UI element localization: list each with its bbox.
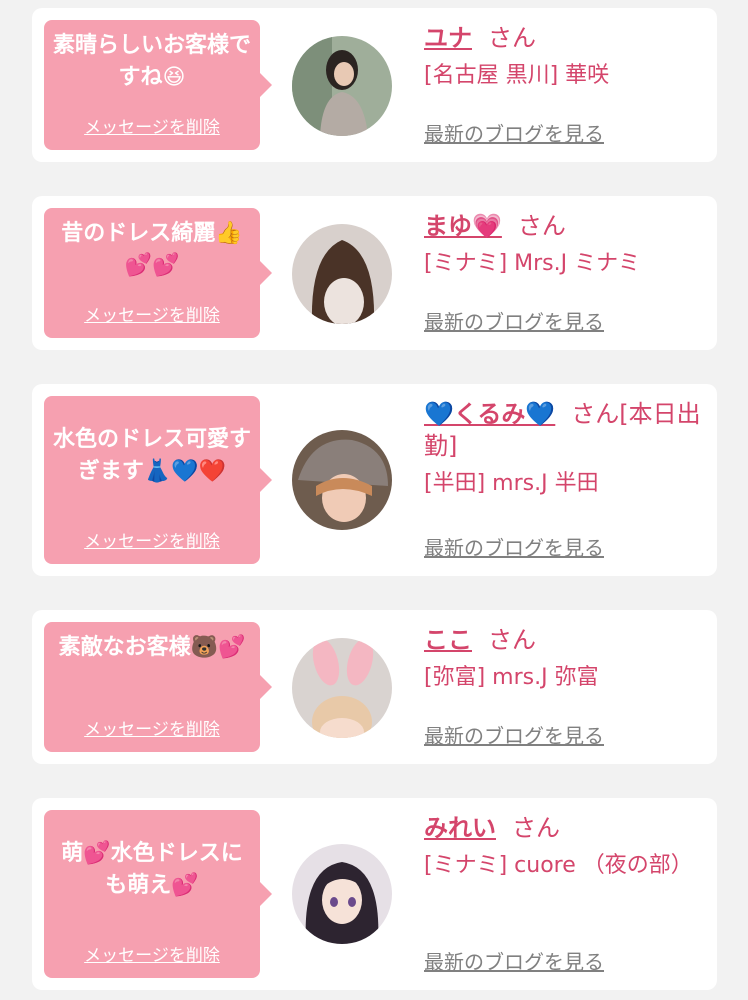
latest-blog-link[interactable]: 最新のブログを見る [424,532,604,561]
delete-message-link[interactable]: メッセージを削除 [44,941,260,966]
shop-name: [ミナミ] Mrs.J ミナミ [424,251,641,276]
cast-info: 💙くるみ💙 さん[本日出勤] [半田] mrs.J 半田 [424,398,709,500]
message-text: 素晴らしいお客様ですね😆 [52,33,251,90]
latest-blog-link[interactable]: 最新のブログを見る [424,946,604,975]
delete-message-link[interactable]: メッセージを削除 [44,527,260,552]
message-bubble: 素敵なお客様🐻💕 メッセージを削除 [44,622,272,752]
shop-name: [弥富] mrs.J 弥富 [424,665,599,690]
message-bubble: 水色のドレス可愛すぎます👗💙❤️ メッセージを削除 [44,396,272,564]
shop-name: [半田] mrs.J 半田 [424,471,599,496]
cast-info: ユナ さん [名古屋 黒川] 華咲 [424,22,709,92]
avatar[interactable] [292,638,392,738]
message-bubble: 素晴らしいお客様ですね😆 メッセージを削除 [44,20,272,150]
name-suffix: さん [517,212,566,240]
avatar[interactable] [292,224,392,324]
delete-message-link[interactable]: メッセージを削除 [44,301,260,326]
latest-blog-link[interactable]: 最新のブログを見る [424,118,604,147]
favorite-card: 萌💕水色ドレスにも萌え💕 メッセージを削除 みれい さん [ミナミ] cuore … [32,798,717,990]
latest-blog-link[interactable]: 最新のブログを見る [424,306,604,335]
cast-name-link[interactable]: まゆ💗 [424,212,502,240]
avatar[interactable] [292,844,392,944]
favorite-card: 素敵なお客様🐻💕 メッセージを削除 ここ さん [弥富] mrs.J 弥富 最新の… [32,610,717,764]
cast-info: まゆ💗 さん [ミナミ] Mrs.J ミナミ [424,210,709,280]
cast-name-link[interactable]: ユナ [424,24,472,52]
avatar[interactable] [292,36,392,136]
cast-info: ここ さん [弥富] mrs.J 弥富 [424,624,709,694]
message-text: 素敵なお客様🐻💕 [58,635,246,660]
latest-blog-link[interactable]: 最新のブログを見る [424,720,604,749]
delete-message-link[interactable]: メッセージを削除 [44,113,260,138]
favorite-card: 水色のドレス可愛すぎます👗💙❤️ メッセージを削除 💙くるみ💙 さん[本日出勤] … [32,384,717,576]
message-text: 昔のドレス綺麗👍💕💕 [61,221,243,278]
cast-name-link[interactable]: 💙くるみ💙 [424,400,555,428]
cast-name-link[interactable]: ここ [424,626,472,654]
message-text: 水色のドレス可愛すぎます👗💙❤️ [52,427,251,484]
avatar[interactable] [292,430,392,530]
delete-message-link[interactable]: メッセージを削除 [44,715,260,740]
shop-name: [ミナミ] cuore （夜の部） [424,853,693,878]
cast-name-link[interactable]: みれい [424,814,496,842]
name-suffix: さん [488,24,536,52]
message-text: 萌💕水色ドレスにも萌え💕 [61,841,243,898]
favorite-card: 昔のドレス綺麗👍💕💕 メッセージを削除 まゆ💗 さん [ミナミ] Mrs.J ミナ… [32,196,717,350]
name-suffix: さん [512,814,560,842]
name-suffix: さん [488,626,536,654]
message-bubble: 昔のドレス綺麗👍💕💕 メッセージを削除 [44,208,272,338]
favorite-card: 素晴らしいお客様ですね😆 メッセージを削除 ユナ さん [名古屋 黒川] 華咲 最… [32,8,717,162]
message-bubble: 萌💕水色ドレスにも萌え💕 メッセージを削除 [44,810,272,978]
cast-info: みれい さん [ミナミ] cuore （夜の部） [424,812,709,882]
shop-name: [名古屋 黒川] 華咲 [424,63,610,88]
